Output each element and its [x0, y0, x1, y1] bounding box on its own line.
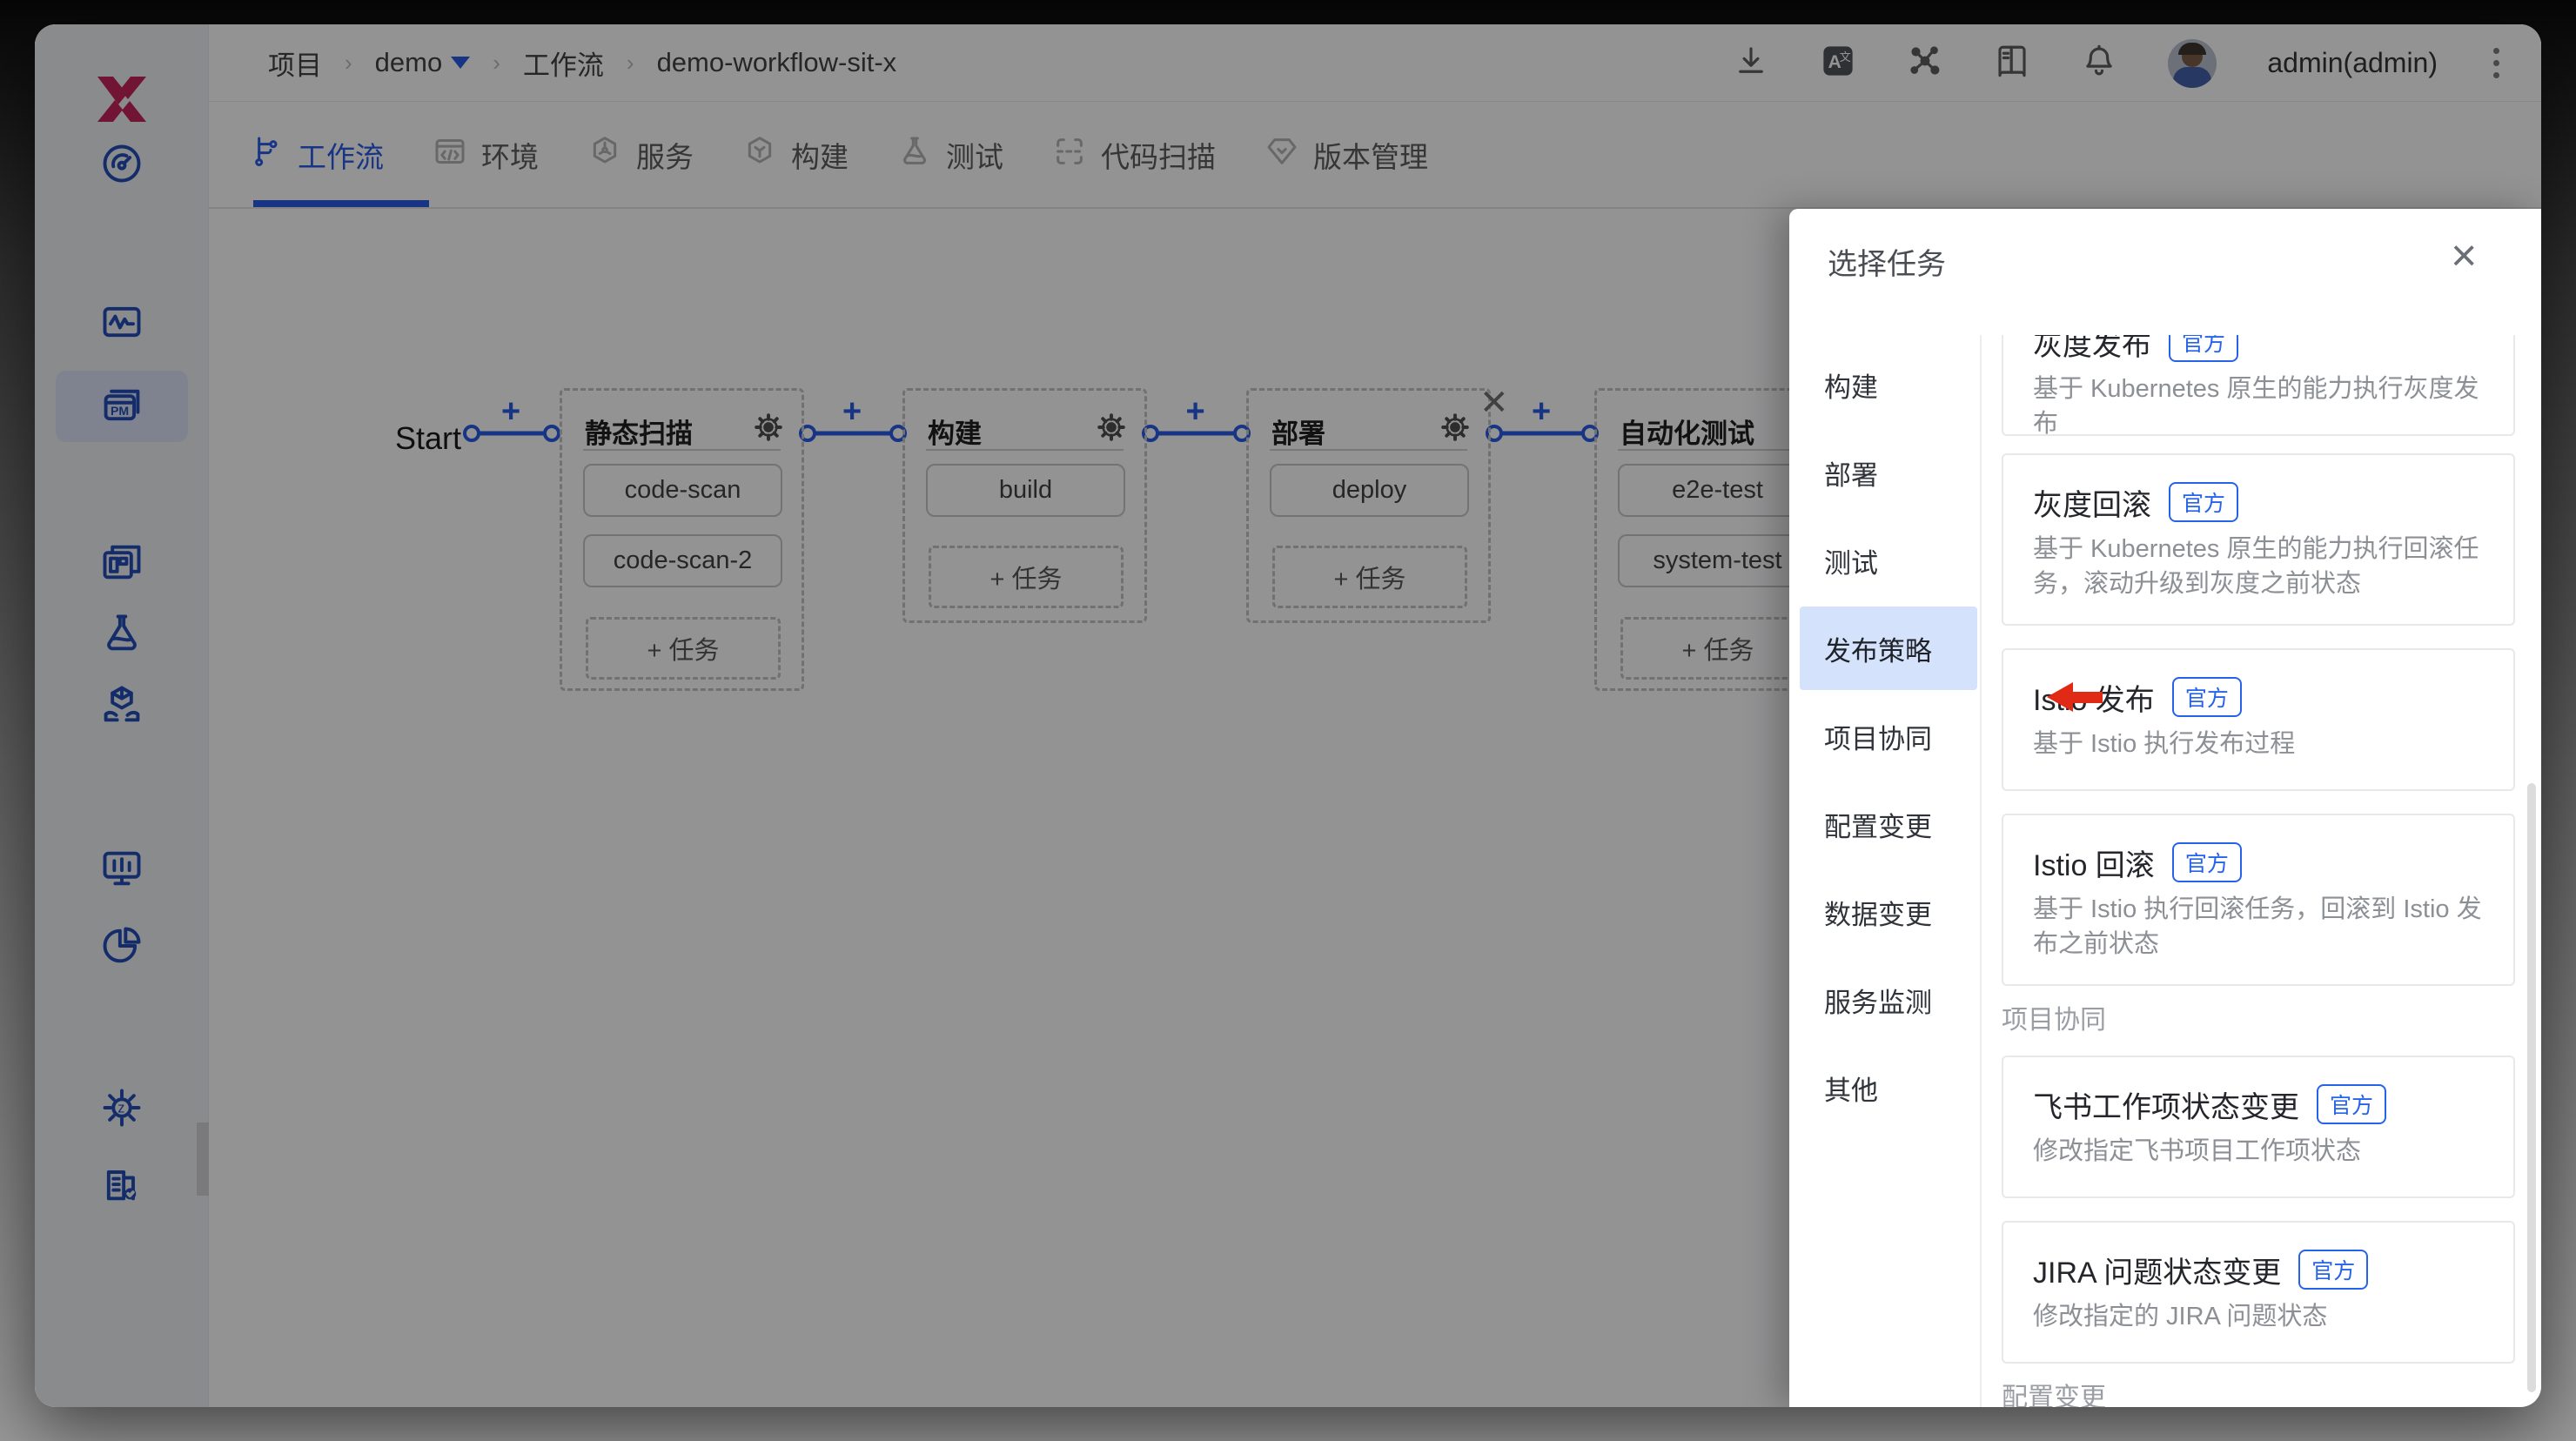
- task-card-JIRA 问题状态变更[interactable]: JIRA 问题状态变更 官方修改指定的 JIRA 问题状态: [2002, 1221, 2515, 1364]
- task-card-title-row: 飞书工作项状态变更 官方: [2033, 1083, 2387, 1125]
- official-badge: 官方: [2171, 677, 2242, 717]
- drawer-title: 选择任务: [1828, 248, 1946, 281]
- drawer-scrollbar[interactable]: [2527, 783, 2536, 1392]
- task-card-title-row: 灰度发布 官方: [2033, 335, 2239, 363]
- task-card-list[interactable]: 灰度发布 官方 基于 Kubernetes 原生的能力执行灰度发布 灰度回滚 官方 基于 …: [2002, 335, 2520, 1407]
- official-badge: 官方: [2169, 482, 2239, 522]
- task-card-description: 修改指定飞书项目工作项状态: [2033, 1137, 2362, 1165]
- task-category-构建[interactable]: 构建: [1800, 343, 1977, 426]
- task-card-title: 灰度回滚: [2033, 488, 2151, 522]
- category-label: 构建: [1824, 372, 1878, 403]
- task-card-title: JIRA 问题状态变更: [2033, 1256, 2282, 1290]
- task-category-其他[interactable]: 其他: [1800, 1046, 1977, 1129]
- task-section-label: 项目协同: [2002, 1006, 2106, 1035]
- task-section-label: 配置变更: [2002, 1384, 2106, 1407]
- category-label: 发布策略: [1824, 635, 1932, 667]
- official-badge: 官方: [2298, 1250, 2369, 1290]
- task-card-title: 飞书工作项状态变更: [2033, 1090, 2299, 1124]
- category-label: 测试: [1824, 547, 1878, 579]
- task-category-测试[interactable]: 测试: [1800, 519, 1977, 602]
- category-label: 服务监测: [1824, 987, 1932, 1018]
- pointer-arrow-icon: [2047, 682, 2103, 712]
- task-category-list: 构建部署测试发布策略项目协同配置变更数据变更服务监测其他: [1789, 343, 1980, 1134]
- category-label: 其他: [1824, 1075, 1878, 1106]
- task-card-灰度回滚[interactable]: 灰度回滚 官方基于 Kubernetes 原生的能力执行回滚任务，滚动升级到灰度之…: [2002, 453, 2515, 626]
- drawer-close-icon[interactable]: ×: [2451, 233, 2477, 278]
- task-card-飞书工作项状态变更[interactable]: 飞书工作项状态变更 官方修改指定飞书项目工作项状态: [2002, 1056, 2515, 1198]
- task-category-服务监测[interactable]: 服务监测: [1800, 958, 1977, 1042]
- official-badge: 官方: [2317, 1084, 2387, 1124]
- select-task-drawer: 选择任务 × 构建 部署 测试 发布策略 项目协同 配置变更 数据变更 服务监测 其他 灰度发布…: [1789, 209, 2541, 1407]
- category-label: 项目协同: [1824, 723, 1932, 754]
- app-window: PMz › 项目›demo›工作流›demo-workflow-sit-x A文…: [35, 24, 2541, 1407]
- task-card-title-row: Istio 回滚 官方: [2033, 841, 2242, 883]
- task-card-title: Istio 回滚: [2033, 848, 2155, 882]
- category-divider: [1980, 335, 1982, 1407]
- official-badge: 官方: [2169, 335, 2239, 362]
- task-card-description: 基于 Istio 执行回滚任务，回滚到 Istio 发布之前状态: [2033, 895, 2482, 958]
- task-category-部署[interactable]: 部署: [1800, 431, 1977, 514]
- category-label: 部署: [1824, 459, 1878, 491]
- task-card-title-row: JIRA 问题状态变更 官方: [2033, 1249, 2369, 1290]
- task-card-description: 基于 Kubernetes 原生的能力执行灰度发布: [2033, 375, 2479, 438]
- task-card-title: 灰度发布: [2033, 335, 2151, 362]
- task-card-title-row: 灰度回滚 官方: [2033, 481, 2239, 523]
- task-category-项目协同[interactable]: 项目协同: [1800, 694, 1977, 778]
- task-card-Istio 回滚[interactable]: Istio 回滚 官方基于 Istio 执行回滚任务，回滚到 Istio 发布之前…: [2002, 814, 2515, 986]
- task-category-发布策略[interactable]: 发布策略: [1800, 607, 1977, 690]
- task-category-数据变更[interactable]: 数据变更: [1800, 870, 1977, 954]
- category-label: 配置变更: [1824, 811, 1932, 842]
- task-card-灰度发布[interactable]: 灰度发布 官方基于 Kubernetes 原生的能力执行灰度发布: [2002, 335, 2515, 438]
- category-label: 数据变更: [1824, 899, 1932, 930]
- task-card-description: 基于 Istio 执行发布过程: [2033, 730, 2296, 758]
- task-card-description: 基于 Kubernetes 原生的能力执行回滚任务，滚动升级到灰度之前状态: [2033, 535, 2479, 598]
- official-badge: 官方: [2171, 842, 2242, 882]
- task-card-title-row: Istio 发布 官方: [2033, 676, 2242, 718]
- task-card-description: 修改指定的 JIRA 问题状态: [2033, 1303, 2328, 1330]
- task-card-Istio 发布[interactable]: Istio 发布 官方基于 Istio 执行发布过程: [2002, 648, 2515, 791]
- task-category-配置变更[interactable]: 配置变更: [1800, 782, 1977, 866]
